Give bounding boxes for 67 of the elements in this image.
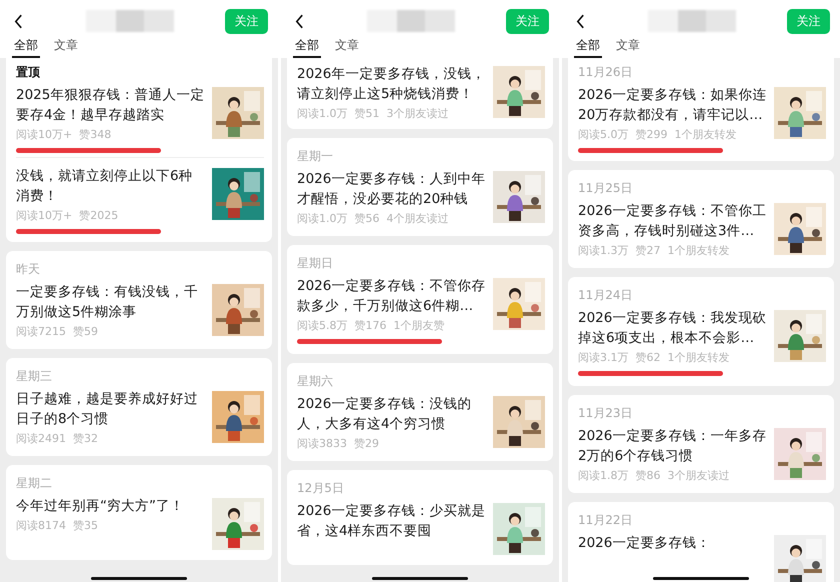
- article-stat: 阅读7215: [16, 324, 66, 339]
- date-label: 昨天: [16, 261, 41, 277]
- article-stat: 赞27: [636, 243, 660, 258]
- article-title[interactable]: 今年过年别再“穷大方”了！: [16, 496, 206, 516]
- article-stat: 赞32: [73, 431, 98, 446]
- article-stat: 阅读3833: [297, 436, 347, 451]
- article-title[interactable]: 日子越难，越是要养成好好过日子的8个习惯: [16, 389, 206, 429]
- article-title[interactable]: 2026一定要多存钱：少买就是省，这4样东西不要囤: [297, 501, 487, 541]
- article-stat: 阅读1.0万: [297, 106, 348, 121]
- date-label: 星期日: [297, 255, 334, 271]
- article-stat: 赞2025: [79, 208, 118, 223]
- date-label: 11月24日: [578, 287, 634, 303]
- article-stat: 赞29: [354, 436, 379, 451]
- article-stat: 赞35: [73, 518, 98, 533]
- article-stat: 赞299: [636, 127, 668, 142]
- article-stat: 3个朋友读过: [668, 468, 730, 483]
- article-stat: 赞51: [354, 106, 380, 121]
- article-stat: 赞59: [73, 324, 98, 339]
- article-stat: 阅读10万+: [16, 127, 72, 142]
- article-title[interactable]: 2026一定要多存钱：不管你工资多高，存钱时别碰这3件…: [578, 201, 768, 241]
- article-title[interactable]: 2025年狠狠存钱：普通人一定要存4金！越早存越踏实: [16, 85, 206, 125]
- article-title[interactable]: 没钱，就请立刻停止以下6种消费！: [16, 166, 206, 206]
- tab[interactable]: 文章: [333, 36, 361, 58]
- date-label: 12月5日: [297, 480, 345, 496]
- date-label: 星期一: [297, 148, 334, 164]
- article-stat: 3个朋友读过: [386, 106, 448, 121]
- date-label: 星期六: [297, 373, 334, 389]
- pinned-label: 置顶: [16, 64, 41, 80]
- date-label: 11月22日: [578, 512, 634, 528]
- tab[interactable]: 文章: [614, 36, 642, 58]
- article-title[interactable]: 2026一定要多存钱：我发现砍掉这6项支出，根本不会影…: [578, 308, 768, 348]
- article-title[interactable]: 2026一定要多存钱：没钱的人，大多有这4个穷习惯: [297, 394, 487, 434]
- article-title[interactable]: 2026一定要多存钱：: [578, 533, 768, 553]
- back-icon[interactable]: [14, 14, 23, 28]
- article-title[interactable]: 2026一定要多存钱：一年多存2万的6个存钱习惯: [578, 426, 768, 466]
- article-stat: 赞176: [354, 318, 386, 333]
- article-title[interactable]: 一定要多存钱：有钱没钱，千万别做这5件糊涂事: [16, 282, 206, 322]
- date-label: 11月23日: [578, 405, 634, 421]
- article-stat: 阅读5.0万: [578, 127, 628, 142]
- tab[interactable]: 文章: [52, 36, 80, 58]
- article-stat: 阅读5.8万: [297, 318, 348, 333]
- article-stat: 4个朋友读过: [386, 211, 448, 226]
- article-stat: 赞62: [636, 350, 660, 365]
- article-stat: 阅读1.8万: [578, 468, 628, 483]
- article-stat: 阅读1.0万: [297, 211, 348, 226]
- article-stat: 阅读8174: [16, 518, 66, 533]
- date-label: 11月26日: [578, 64, 634, 80]
- article-stat: 阅读3.1万: [578, 350, 628, 365]
- article-stat: 1个朋友转发: [668, 243, 730, 258]
- article-title[interactable]: 2026一定要多存钱：人到中年才醒悟，没必要花的20种钱: [297, 169, 487, 209]
- date-label: 星期三: [16, 368, 53, 384]
- date-label: 11月25日: [578, 180, 634, 196]
- article-stat: 1个朋友赞: [394, 318, 444, 333]
- article-stat: 赞86: [636, 468, 660, 483]
- article-stat: 1个朋友转发: [668, 350, 730, 365]
- article-stat: 阅读2491: [16, 431, 66, 446]
- date-label: 星期二: [16, 475, 53, 491]
- article-stat: 赞348: [79, 127, 112, 142]
- article-stat: 赞56: [354, 211, 380, 226]
- article-stat: 1个朋友转发: [674, 127, 736, 142]
- article-title[interactable]: 2026一定要多存钱：如果你连20万存款都没有，请牢记以…: [578, 85, 768, 125]
- article-stat: 阅读10万+: [16, 208, 72, 223]
- article-stat: 阅读1.3万: [578, 243, 628, 258]
- article-title[interactable]: 2026一定要多存钱：不管你存款多少，千万别做这6件糊…: [297, 276, 487, 316]
- back-icon[interactable]: [295, 14, 304, 28]
- back-icon[interactable]: [576, 14, 585, 28]
- article-title[interactable]: 2026年一定要多存钱，没钱，请立刻停止这5种烧钱消费！: [297, 64, 487, 104]
